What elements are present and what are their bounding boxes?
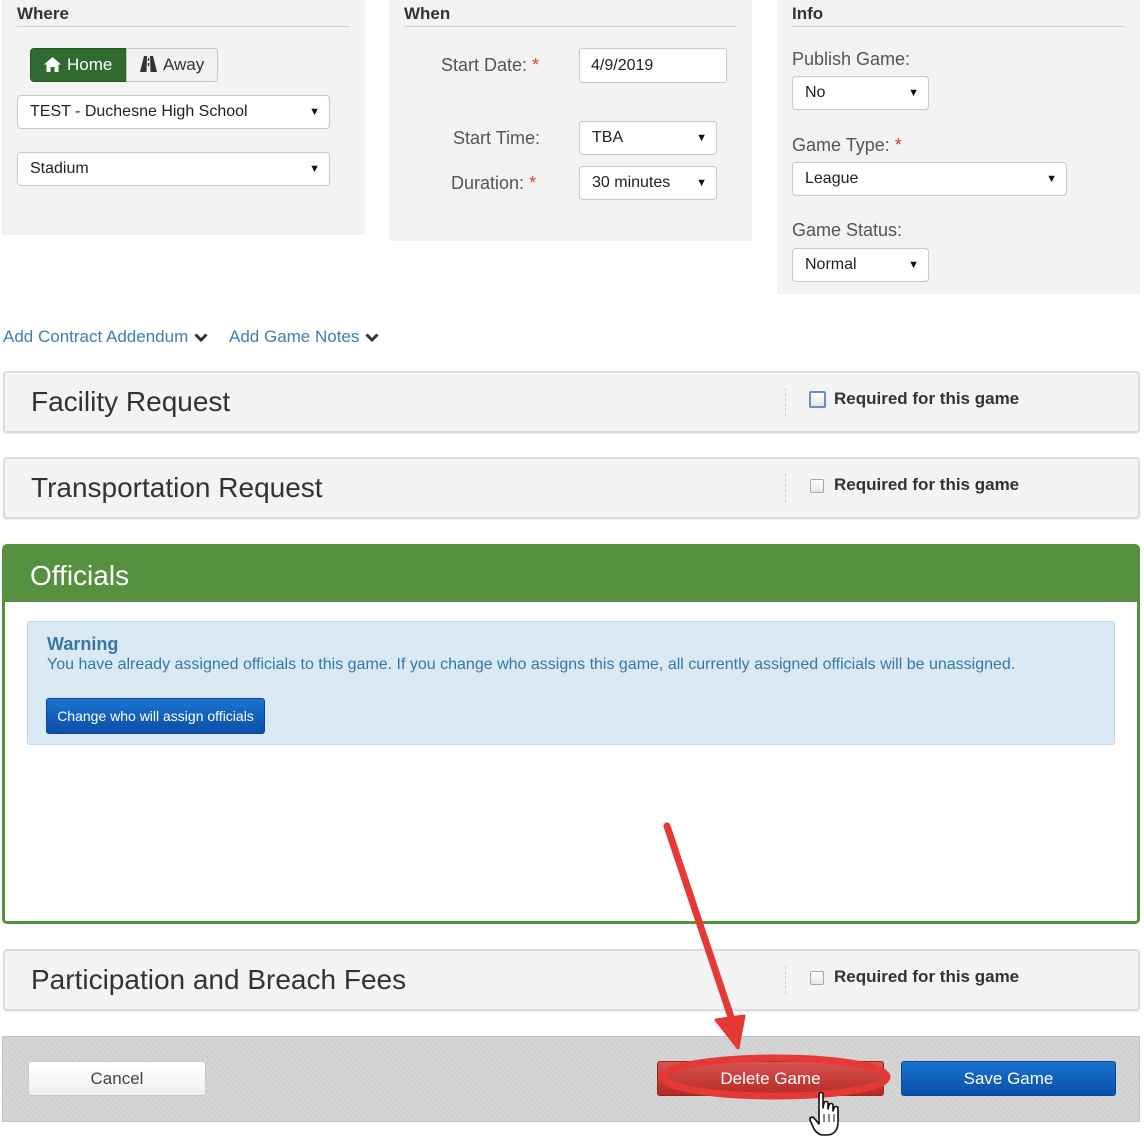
start-date-value: 4/9/2019	[591, 57, 654, 74]
facility-required-checkbox[interactable]	[809, 391, 826, 408]
where-divider	[17, 26, 350, 27]
info-title: Info	[792, 4, 824, 23]
game-type-label: Game Type: *	[792, 135, 902, 155]
road-icon	[140, 56, 157, 72]
venue-select[interactable]: Stadium ▼	[17, 152, 330, 186]
game-status-label: Game Status:	[792, 220, 903, 240]
publish-game-value: No	[805, 84, 826, 101]
participation-fees-section[interactable]: Participation and Breach Fees Required f…	[3, 949, 1140, 1011]
duration-select[interactable]: 30 minutes ▼	[579, 166, 717, 200]
warning-title: Warning	[47, 634, 119, 654]
dropdown-caret-icon: ▼	[309, 163, 320, 175]
delete-game-button[interactable]: Delete Game	[657, 1061, 884, 1096]
school-select[interactable]: TEST - Duchesne High School ▼	[17, 95, 330, 129]
dropdown-caret-icon: ▼	[908, 259, 919, 271]
start-time-value: TBA	[592, 129, 624, 146]
section-divider	[785, 474, 786, 502]
info-divider	[792, 26, 1125, 27]
officials-section: Officials Warning You have already assig…	[2, 544, 1140, 924]
fees-required-checkbox[interactable]	[810, 971, 824, 985]
dropdown-caret-icon: ▼	[908, 87, 919, 99]
cancel-button[interactable]: Cancel	[28, 1061, 206, 1096]
away-toggle-button[interactable]: Away	[126, 48, 218, 82]
dropdown-caret-icon: ▼	[1046, 173, 1057, 185]
facility-request-section[interactable]: Facility Request Required for this game	[3, 371, 1140, 433]
dropdown-caret-icon: ▼	[696, 132, 707, 144]
chevron-down-icon	[365, 333, 379, 343]
start-time-select[interactable]: TBA ▼	[579, 121, 717, 155]
add-contract-addendum-link[interactable]: Add Contract Addendum	[3, 327, 208, 347]
dropdown-caret-icon: ▼	[309, 106, 320, 118]
school-select-value: TEST - Duchesne High School	[30, 103, 248, 120]
dropdown-caret-icon: ▼	[696, 177, 707, 189]
facility-request-title: Facility Request	[31, 386, 231, 417]
transportation-required-label: Required for this game	[834, 475, 1020, 494]
venue-select-value: Stadium	[30, 160, 89, 177]
home-icon	[44, 57, 61, 72]
transportation-request-section[interactable]: Transportation Request Required for this…	[3, 457, 1140, 519]
form-footer: Cancel Delete Game Save Game	[2, 1036, 1140, 1122]
change-assigner-button[interactable]: Change who will assign officials	[46, 698, 265, 734]
save-game-button[interactable]: Save Game	[901, 1061, 1116, 1096]
officials-header: Officials	[5, 547, 1137, 602]
start-time-label: Start Time:	[453, 128, 541, 148]
start-date-input[interactable]: 4/9/2019	[579, 48, 727, 83]
game-type-value: League	[805, 170, 859, 187]
duration-label: Duration: *	[451, 173, 537, 193]
duration-value: 30 minutes	[592, 174, 671, 191]
publish-game-label: Publish Game:	[792, 49, 911, 69]
transportation-request-title: Transportation Request	[31, 472, 323, 503]
chevron-down-icon	[194, 333, 208, 343]
publish-game-select[interactable]: No ▼	[792, 76, 929, 110]
away-label: Away	[163, 55, 205, 74]
home-toggle-button[interactable]: Home	[30, 48, 127, 82]
officials-warning-alert: Warning You have already assigned offici…	[27, 621, 1115, 745]
when-divider	[404, 26, 737, 27]
game-status-value: Normal	[805, 256, 857, 273]
section-divider	[785, 388, 786, 416]
when-title: When	[404, 4, 451, 23]
facility-required-label: Required for this game	[834, 389, 1020, 408]
transportation-required-checkbox[interactable]	[810, 479, 824, 493]
where-title: Where	[17, 4, 69, 23]
participation-fees-title: Participation and Breach Fees	[31, 964, 407, 995]
start-date-label: Start Date: *	[441, 55, 540, 75]
warning-text: You have already assigned officials to t…	[47, 656, 1016, 673]
section-divider	[785, 966, 786, 994]
fees-required-label: Required for this game	[834, 967, 1020, 986]
home-label: Home	[67, 55, 113, 74]
game-status-select[interactable]: Normal ▼	[792, 248, 929, 282]
game-type-select[interactable]: League ▼	[792, 162, 1067, 196]
officials-title: Officials	[30, 560, 130, 591]
add-game-notes-link[interactable]: Add Game Notes	[229, 327, 379, 347]
